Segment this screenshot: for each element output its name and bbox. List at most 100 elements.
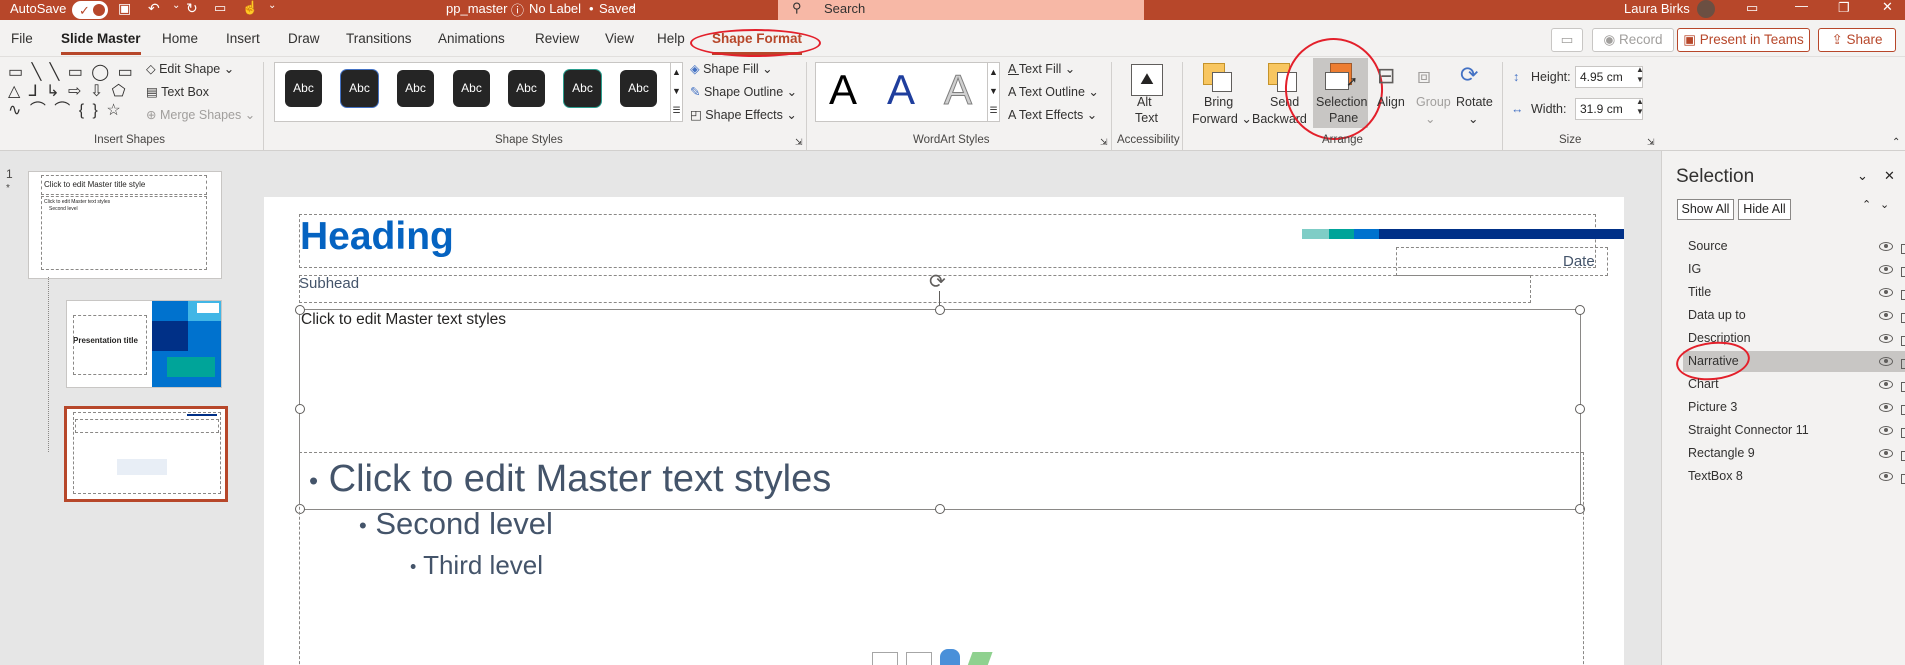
- selection-item[interactable]: Straight Connector 11: [1688, 420, 1905, 441]
- send-backward-arrow-icon[interactable]: ⌄: [1880, 198, 1889, 211]
- selection-item[interactable]: TextBox 8: [1688, 466, 1905, 487]
- tab-help[interactable]: Help: [657, 31, 685, 46]
- tab-home[interactable]: Home: [162, 31, 198, 46]
- align-label[interactable]: Align: [1377, 95, 1405, 109]
- label-status[interactable]: No Label: [529, 1, 581, 16]
- body-level-2[interactable]: • Second level: [359, 506, 553, 542]
- tab-animations[interactable]: Animations: [438, 31, 505, 46]
- wordart-style[interactable]: A: [829, 66, 857, 114]
- eye-icon[interactable]: [1879, 311, 1893, 320]
- lock-icon[interactable]: [1901, 451, 1905, 461]
- bring-forward-label-2[interactable]: Forward ⌄: [1192, 111, 1252, 126]
- tab-insert[interactable]: Insert: [226, 31, 260, 46]
- resize-handle[interactable]: [935, 305, 945, 315]
- resize-handle[interactable]: [295, 404, 305, 414]
- alt-text-label-1[interactable]: Alt: [1137, 95, 1152, 109]
- wordart-gallery-scroll[interactable]: ▲ ▼ ☰: [987, 62, 1000, 122]
- tab-review[interactable]: Review: [535, 31, 579, 46]
- avatar[interactable]: [1697, 0, 1715, 18]
- resize-handle[interactable]: [295, 305, 305, 315]
- eye-icon[interactable]: [1879, 242, 1893, 251]
- smartart-icon[interactable]: [940, 649, 960, 665]
- shape-effects-button[interactable]: ◰ Shape Effects ⌄: [690, 107, 797, 122]
- minimize-icon[interactable]: —: [1795, 0, 1808, 13]
- eye-icon[interactable]: [1879, 426, 1893, 435]
- share-button[interactable]: ⇪ Share: [1818, 28, 1896, 52]
- shape-style-swatch[interactable]: Abc: [564, 70, 601, 107]
- height-spinner[interactable]: ▲ ▼: [1636, 65, 1644, 85]
- text-effects-button[interactable]: A Text Effects ⌄: [1008, 107, 1097, 122]
- restore-icon[interactable]: ❐: [1838, 0, 1850, 16]
- undo-icon[interactable]: ↶: [148, 0, 160, 17]
- tab-file[interactable]: File: [11, 31, 33, 46]
- selection-item[interactable]: Title: [1688, 282, 1905, 303]
- lock-icon[interactable]: [1901, 313, 1905, 323]
- slide-date[interactable]: Date: [1563, 253, 1595, 270]
- eye-icon[interactable]: [1879, 265, 1893, 274]
- width-spinner[interactable]: ▲ ▼: [1636, 97, 1644, 117]
- search-box[interactable]: ⚲ Search: [778, 0, 1144, 20]
- shape-style-swatch[interactable]: Abc: [397, 70, 434, 107]
- slide-subhead[interactable]: Subhead: [299, 275, 359, 292]
- group-label-button[interactable]: Group: [1416, 95, 1451, 109]
- tab-draw[interactable]: Draw: [288, 31, 320, 46]
- edit-shape-button[interactable]: ◇ Edit Shape ⌄: [146, 61, 234, 76]
- save-icon[interactable]: ▣: [118, 0, 131, 17]
- tab-view[interactable]: View: [605, 31, 634, 46]
- selection-item[interactable]: Chart: [1688, 374, 1905, 395]
- lock-icon[interactable]: [1901, 382, 1905, 392]
- comments-button[interactable]: ▭: [1551, 28, 1583, 52]
- shape-fill-button[interactable]: ◈ Shape Fill ⌄: [690, 61, 773, 76]
- text-outline-button[interactable]: A Text Outline ⌄: [1008, 84, 1099, 99]
- tab-slide-master[interactable]: Slide Master: [61, 31, 141, 55]
- show-all-button[interactable]: Show All: [1677, 199, 1734, 220]
- close-icon[interactable]: ✕: [1882, 0, 1893, 15]
- eye-icon[interactable]: [1879, 357, 1893, 366]
- slide-heading[interactable]: Heading: [300, 215, 454, 259]
- wordart-style[interactable]: A: [943, 66, 972, 114]
- lock-icon[interactable]: [1901, 244, 1905, 254]
- selection-item[interactable]: Picture 3: [1688, 397, 1905, 418]
- eye-icon[interactable]: [1879, 449, 1893, 458]
- close-icon[interactable]: ✕: [1884, 168, 1895, 184]
- chevron-down-icon[interactable]: ⌄: [172, 0, 180, 11]
- resize-handle[interactable]: [1575, 305, 1585, 315]
- lock-icon[interactable]: [1901, 336, 1905, 346]
- collapse-ribbon-icon[interactable]: ⌃: [1892, 137, 1900, 148]
- bring-forward-label-1[interactable]: Bring: [1204, 95, 1233, 109]
- lock-icon[interactable]: [1901, 290, 1905, 300]
- shapes-gallery[interactable]: ▭ ╲ ╲ ▭ ◯ ▭ △ ⅃ ↳ ⇨ ⇩ ⬠ ∿ ⌒ ⌒ { } ☆: [8, 63, 138, 121]
- slide-canvas[interactable]: Heading Date Subhead ⟳ Click to edit Mas…: [264, 197, 1624, 665]
- shape-style-swatch[interactable]: Abc: [508, 70, 545, 107]
- dialog-launcher-icon[interactable]: ⇲: [1647, 137, 1655, 148]
- table-icon[interactable]: [872, 652, 898, 665]
- hide-all-button[interactable]: Hide All: [1738, 199, 1791, 220]
- narrative-text[interactable]: Click to edit Master text styles: [301, 311, 506, 329]
- shape-style-swatch[interactable]: Abc: [620, 70, 657, 107]
- pane-options-icon[interactable]: ⌄: [1857, 168, 1868, 184]
- shape-outline-button[interactable]: ✎ Shape Outline ⌄: [690, 84, 797, 99]
- selection-item[interactable]: Rectangle 9: [1688, 443, 1905, 464]
- slide-thumbnail-master[interactable]: Click to edit Master title style Click t…: [28, 171, 222, 279]
- touch-mode-icon[interactable]: ☝: [242, 0, 258, 16]
- text-box-button[interactable]: ▤ Text Box: [146, 84, 209, 99]
- tab-transitions[interactable]: Transitions: [346, 31, 412, 46]
- subhead-placeholder[interactable]: [299, 275, 1531, 303]
- customize-qat-icon[interactable]: ⌄: [268, 0, 276, 11]
- shape-style-swatch[interactable]: Abc: [453, 70, 490, 107]
- body-level-1[interactable]: • Click to edit Master text styles: [309, 458, 831, 501]
- redo-icon[interactable]: ↻: [186, 0, 198, 17]
- alt-text-label-2[interactable]: Text: [1135, 111, 1158, 125]
- dialog-launcher-icon[interactable]: ⇲: [1100, 137, 1108, 148]
- rotate-label[interactable]: Rotate: [1456, 95, 1493, 109]
- shape-style-swatch[interactable]: Abc: [341, 70, 378, 107]
- lock-icon[interactable]: [1901, 474, 1905, 484]
- ribbon-display-icon[interactable]: ▭: [1746, 0, 1758, 16]
- bring-forward-arrow-icon[interactable]: ⌃: [1862, 198, 1871, 211]
- merge-shapes-button[interactable]: ⊕ Merge Shapes ⌄: [146, 107, 255, 122]
- gallery-scroll[interactable]: ▲ ▼ ☰: [670, 62, 683, 122]
- eye-icon[interactable]: [1879, 380, 1893, 389]
- text-fill-button[interactable]: A Text Fill ⌄: [1008, 61, 1075, 76]
- eye-icon[interactable]: [1879, 288, 1893, 297]
- selection-item[interactable]: IG: [1688, 259, 1905, 280]
